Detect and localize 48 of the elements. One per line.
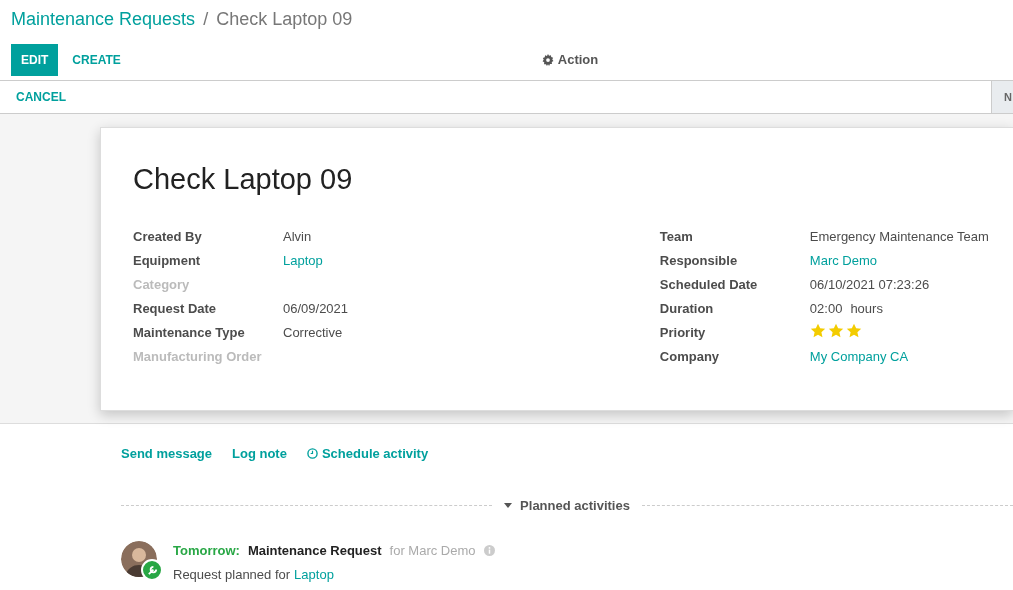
unit-label: hours <box>850 299 883 318</box>
field-value: Corrective <box>283 323 343 342</box>
star-icon[interactable] <box>827 322 844 339</box>
action-menu[interactable]: Action <box>541 49 599 70</box>
field-label: Request Date <box>133 299 218 318</box>
field-label: Equipment <box>133 251 202 270</box>
cancel-button[interactable]: CANCEL <box>0 81 82 113</box>
field-link[interactable]: Marc Demo <box>809 250 877 275</box>
field-label: Maintenance Type <box>133 323 246 342</box>
equipment-link[interactable]: Laptop <box>294 564 334 584</box>
star-icon[interactable] <box>845 322 862 339</box>
schedule-activity-button[interactable]: Schedule activity <box>306 444 429 464</box>
create-button[interactable]: CREATE <box>58 43 135 76</box>
activity-title: Maintenance Request <box>247 542 382 560</box>
field-value: Alvin <box>283 227 312 246</box>
breadcrumb-current: Check Laptop 09 <box>216 8 353 31</box>
clock-icon <box>306 448 318 460</box>
field-label: Company <box>659 347 721 366</box>
status-stage-button[interactable]: N <box>991 81 1013 113</box>
activity-assignee: for Marc Demo <box>389 542 476 560</box>
chatter-button[interactable]: Send message <box>121 444 213 464</box>
field-label: Manufacturing Order <box>133 347 263 366</box>
chatter-button[interactable]: Log note <box>232 444 287 464</box>
edit-button[interactable]: EDIT <box>11 43 59 76</box>
field-label: Scheduled Date <box>659 275 759 294</box>
field-label: Created By <box>133 227 203 246</box>
star-icon[interactable] <box>809 322 826 339</box>
planned-activities-toggle[interactable]: Planned activities <box>492 495 642 515</box>
info-icon[interactable] <box>483 545 495 557</box>
caret-icon <box>504 502 513 508</box>
field-label: Category <box>133 275 191 294</box>
field-value: 02:00 <box>809 299 843 318</box>
wrench-icon <box>141 559 163 581</box>
field-value: 06/10/2021 07:23:26 <box>809 275 930 294</box>
breadcrumb-separator: / <box>203 8 209 31</box>
field-label: Priority <box>659 323 707 342</box>
field-label: Duration <box>659 299 715 318</box>
field-label: Team <box>659 227 694 246</box>
breadcrumb-link[interactable]: Maintenance Requests <box>11 6 196 39</box>
field-value: Emergency Maintenance Team <box>809 227 989 246</box>
field-link[interactable]: My Company CA <box>809 346 909 371</box>
field-label: Responsible <box>659 251 739 270</box>
gear-icon <box>541 53 554 66</box>
field-link[interactable]: Laptop <box>283 250 323 275</box>
activity-note: Request planned for <box>173 565 291 584</box>
activity-date: Tomorrow: <box>173 542 240 560</box>
record-title: Check Laptop 09 <box>133 162 354 197</box>
field-value: 06/09/2021 <box>283 299 349 318</box>
